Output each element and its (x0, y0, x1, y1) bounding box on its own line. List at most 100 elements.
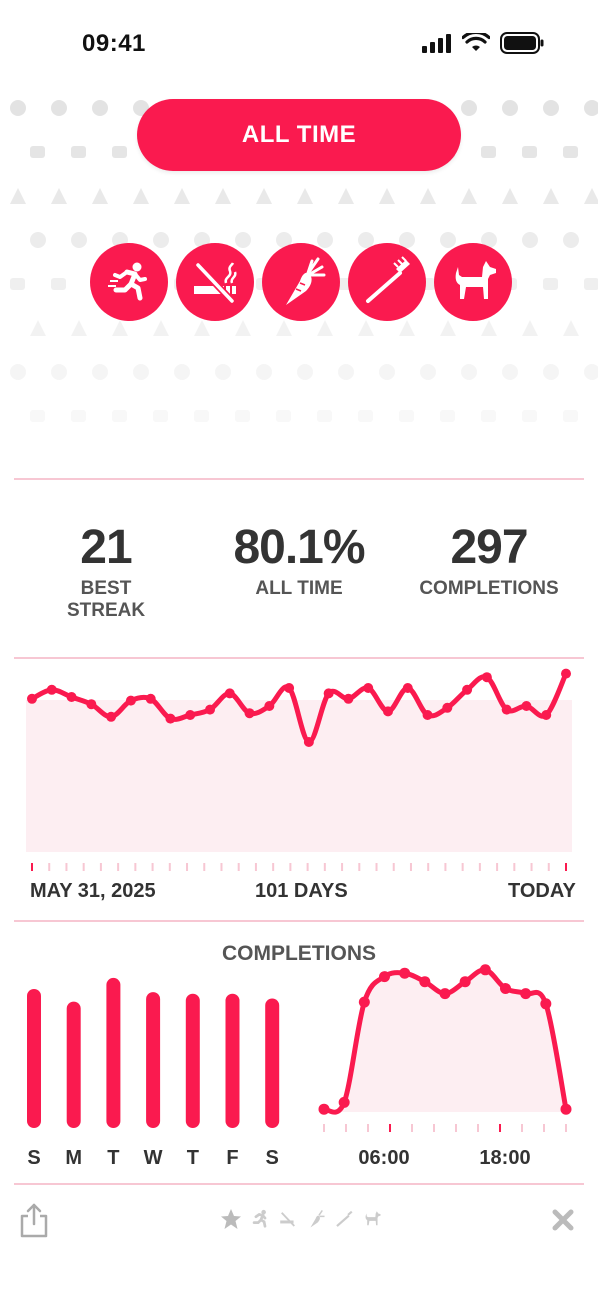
pattern-glyph (71, 320, 87, 336)
hour-tick (455, 1124, 457, 1132)
habit-page-indicator[interactable] (220, 1208, 382, 1230)
close-icon[interactable] (551, 1208, 575, 1232)
pattern-glyph (481, 320, 497, 336)
hour-tick (499, 1124, 501, 1132)
timeline-tick (82, 863, 85, 871)
hour-tick (565, 1124, 567, 1132)
timeline-point (363, 683, 374, 693)
pattern-glyph (563, 320, 579, 336)
timeline-tick (254, 863, 257, 871)
pattern-glyph (112, 146, 127, 158)
timeline-point (46, 684, 57, 695)
pattern-glyph (92, 188, 108, 204)
timeline-tick (48, 863, 51, 871)
running-person-icon (108, 262, 147, 301)
hour-tick (367, 1124, 369, 1132)
timeline-tick (289, 863, 292, 871)
hour-tick (345, 1124, 347, 1132)
timeline-point (284, 683, 295, 693)
pattern-glyph (51, 100, 67, 116)
timeline-tick (358, 863, 361, 871)
weekday-label: S (27, 1147, 40, 1169)
pattern-glyph (235, 410, 250, 422)
timeline-point (125, 695, 136, 706)
pattern-glyph (194, 320, 210, 336)
hour-tick (543, 1124, 545, 1132)
timeline-tick (565, 863, 567, 871)
pattern-glyph (563, 146, 578, 158)
hour-label: 18:00 (479, 1147, 530, 1169)
pattern-glyph (563, 410, 578, 422)
pattern-glyph (317, 320, 333, 336)
timeline-point (481, 672, 492, 683)
pattern-glyph (522, 146, 537, 158)
habit-running[interactable] (90, 243, 168, 321)
weekday-label: T (187, 1147, 199, 1169)
carrot-icon (310, 1210, 325, 1228)
habit-no-smoking[interactable] (176, 243, 254, 321)
timeline-start-label: MAY 31, 2025 (30, 880, 156, 902)
hour-point (560, 1103, 572, 1115)
toothbrush-icon (366, 256, 410, 303)
pattern-glyph (256, 188, 272, 204)
timeline-span-label: 101 DAYS (255, 880, 348, 902)
timeline-tick (151, 863, 154, 871)
habit-dog[interactable] (434, 243, 512, 321)
habit-carrot[interactable] (262, 243, 340, 321)
hour-label: 06:00 (358, 1147, 409, 1169)
pattern-glyph (92, 100, 108, 116)
timeline-tick (272, 863, 275, 871)
hour-of-day-chart: 06:00 18:00 (300, 960, 598, 1180)
dog-icon (455, 261, 496, 299)
hour-point (399, 967, 411, 979)
pattern-glyph (297, 188, 313, 204)
pattern-glyph (10, 364, 26, 380)
timeline-point (501, 704, 512, 715)
hour-point (318, 1103, 330, 1115)
stat-all-time-rate: 80.1% ALL TIME (214, 520, 384, 600)
timeline-tick (306, 863, 309, 871)
pattern-glyph (10, 278, 25, 290)
pattern-glyph (71, 232, 87, 248)
range-all-time-button[interactable]: ALL TIME (137, 99, 461, 171)
weekday-bar (146, 992, 161, 1128)
pattern-glyph (317, 410, 332, 422)
pattern-glyph (440, 410, 455, 422)
timeline-point (244, 708, 255, 719)
pattern-glyph (276, 320, 292, 336)
pattern-glyph (174, 188, 190, 204)
pattern-glyph (215, 364, 231, 380)
timeline-tick (409, 863, 412, 871)
habit-toothbrush[interactable] (348, 243, 426, 321)
timeline-point (303, 737, 314, 747)
hour-point (500, 983, 511, 994)
timeline-tick (513, 863, 516, 871)
pattern-glyph (461, 188, 477, 204)
timeline-point (264, 701, 275, 711)
status-bar: 09:41 (0, 0, 598, 90)
no-smoking-icon (280, 1212, 295, 1227)
pattern-glyph (584, 278, 598, 290)
timeline-point (185, 710, 196, 720)
pattern-glyph (51, 364, 67, 380)
pattern-glyph (133, 364, 149, 380)
weekday-label: S (266, 1147, 279, 1169)
hour-tick (323, 1124, 325, 1132)
weekday-bar (265, 998, 280, 1128)
star-icon (221, 1209, 241, 1229)
hour-point (520, 988, 532, 1000)
pattern-glyph (543, 278, 558, 290)
pattern-glyph (133, 188, 149, 204)
pattern-glyph (174, 364, 190, 380)
pattern-glyph (543, 364, 559, 380)
share-icon[interactable] (18, 1202, 50, 1238)
timeline-tick (168, 863, 171, 871)
timeline-tick (220, 863, 223, 871)
weekday-bar (66, 1001, 81, 1128)
timeline-tick (99, 863, 102, 871)
timeline-point (205, 704, 215, 715)
stat-completions: 297 COMPLETIONS (414, 520, 564, 600)
pattern-glyph (10, 188, 26, 204)
hour-point (540, 998, 552, 1010)
timeline-tick (461, 863, 464, 871)
